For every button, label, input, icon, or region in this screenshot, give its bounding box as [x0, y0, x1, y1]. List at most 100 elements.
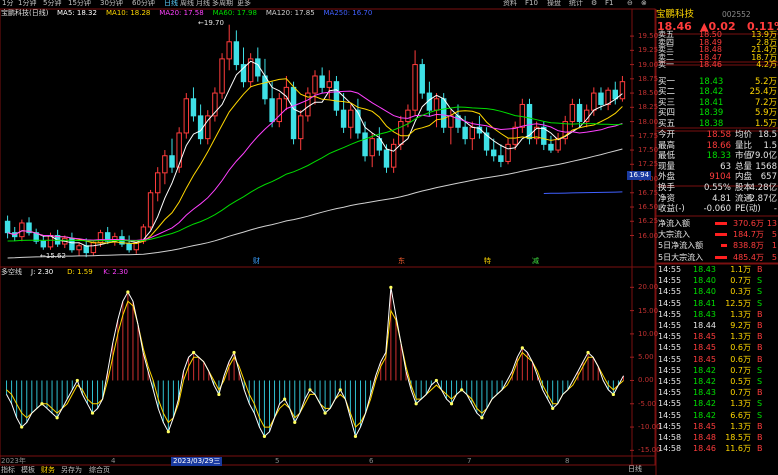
tick-row[interactable]: 14:55 18.41 12.5万 S [657, 298, 778, 309]
tick-row[interactable]: 14:55 18.42 0.5万 S [657, 376, 778, 387]
candle [519, 98, 526, 133]
tick-side: S [757, 377, 763, 386]
bottom-tab-2[interactable]: 财务 [41, 465, 55, 475]
ma-legend-item: MA5: 18.32 [57, 9, 97, 17]
candle [4, 215, 11, 239]
price-tick: 18.50 [638, 89, 659, 98]
ma-legend-item: MA20: 17.58 [159, 9, 204, 17]
bottom-tab-1[interactable]: 模板 [21, 465, 35, 475]
flow-label: 5日净流入额 [658, 241, 704, 251]
tick-row[interactable]: 14:55 18.43 1.1万 B [657, 264, 778, 275]
bottom-tab-0[interactable]: 指标 [1, 465, 15, 475]
tick-row[interactable]: 14:55 18.45 0.6万 B [657, 342, 778, 353]
tick-row[interactable]: 14:55 18.40 0.3万 S [657, 286, 778, 297]
bid-price: 18.41 [699, 97, 724, 108]
flow-row: 5日净流入额 838.8万 1 [657, 240, 778, 251]
candle [319, 67, 325, 94]
bid-label: 买五 [658, 118, 676, 129]
tick-volume: 18.5万 [725, 433, 751, 442]
candle [533, 121, 540, 145]
tick-price: 18.45 [693, 343, 716, 353]
tick-row[interactable]: 14:55 18.45 1.3万 B [657, 421, 778, 432]
high-annotation: ←19.70 [198, 19, 224, 27]
flow-row: 大宗流入 184.7万 5 [657, 229, 778, 240]
kdj-turn-dot [75, 378, 79, 383]
flow-row: 净流入额 370.6万 13 [657, 218, 778, 229]
tick-row[interactable]: 14:55 18.43 1.3万 B [657, 309, 778, 320]
tick-price: 18.43 [693, 309, 716, 319]
tick-side: B [757, 321, 763, 330]
tick-volume: 6.6万 [730, 410, 751, 420]
kdj-turn-dot [551, 406, 555, 411]
tick-time: 14:58 [658, 444, 682, 454]
kdj-legend-name: 多空线 [1, 268, 22, 276]
tick-time: 14:55 [658, 377, 682, 386]
kdj-legend: 多空线 J: 2.30 D: 1.59 K: 2.30 [0, 268, 200, 278]
candle [340, 93, 347, 133]
price-tick: 18.75 [638, 74, 659, 83]
tick-side: S [757, 287, 763, 297]
tick-volume: 0.6万 [730, 343, 751, 353]
tick-price: 18.40 [693, 287, 716, 297]
tick-price: 18.45 [693, 421, 716, 431]
tick-volume: 11.6万 [725, 444, 751, 454]
ask-label: 卖一 [658, 60, 674, 70]
tick-price: 18.48 [693, 433, 716, 442]
tick-row[interactable]: 14:55 18.45 0.6万 B [657, 354, 778, 365]
candle [576, 98, 583, 128]
candle [297, 110, 304, 151]
candle [33, 228, 39, 245]
tick-row[interactable]: 14:55 18.43 0.7万 B [657, 387, 778, 398]
tick-row[interactable]: 14:55 18.44 9.2万 B [657, 320, 778, 331]
stat-row: 今开 18.58 均价 18.5 [657, 130, 778, 141]
candle [40, 235, 47, 250]
ask-price: 18.46 [699, 60, 722, 70]
bid-volume: 5.9万 [754, 108, 777, 119]
flow-value: 485.4万 [733, 252, 764, 262]
current-price-tag: 16.94 [627, 171, 652, 180]
stat-value-2: - [773, 204, 777, 215]
tick-price: 18.43 [693, 388, 716, 398]
kdj-tick: 0.00 [638, 376, 654, 385]
stat-row: 最低 18.33 市值 79.0亿 [657, 151, 778, 162]
tick-row[interactable]: 14:55 18.42 1.3万 S [657, 398, 778, 409]
bottom-tab-3[interactable]: 另存为 [61, 465, 82, 475]
stat-label-2: 内盘 [735, 172, 753, 183]
candle [126, 235, 132, 253]
price-tick: 16.25 [638, 217, 659, 226]
price-tick: 17.75 [638, 131, 659, 140]
candle [169, 138, 175, 173]
price-tick: 19.00 [638, 60, 659, 69]
tick-row[interactable]: 14:55 18.42 6.6万 S [657, 410, 778, 421]
tick-row[interactable]: 14:55 18.40 0.7万 S [657, 275, 778, 286]
tick-row[interactable]: 14:58 18.48 18.5万 B [657, 432, 778, 443]
stat-label-1: 换手 [658, 183, 676, 193]
price-tick: 18.25 [638, 103, 659, 112]
stat-value-2: 2.87亿 [749, 193, 777, 204]
stock-name: 宝鹏科技 [656, 9, 695, 20]
tick-time: 14:55 [658, 265, 682, 274]
tick-row[interactable]: 14:55 18.42 0.7万 S [657, 365, 778, 376]
candle [205, 110, 211, 145]
bottom-tab-4[interactable]: 综合页 [89, 465, 110, 475]
candle [290, 81, 297, 145]
stat-row: 最高 18.66 量比 1.5 [657, 141, 778, 152]
candle [376, 127, 383, 156]
tick-row[interactable]: 14:58 18.46 11.6万 B [657, 443, 778, 454]
candle [326, 70, 333, 99]
tick-volume: 0.7万 [730, 276, 751, 286]
candle [162, 150, 168, 185]
stat-value-1: 9104 [709, 172, 731, 183]
tick-volume: 12.5万 [725, 298, 751, 308]
tick-row[interactable]: 14:55 18.45 1.3万 B [657, 331, 778, 342]
flow-extra: 1 [771, 241, 777, 251]
tick-price: 18.42 [693, 399, 716, 409]
tick-time: 14:55 [658, 399, 682, 409]
candle [154, 167, 161, 202]
stat-row: 收益(-) -0.060 PE(动) - [657, 204, 778, 215]
tick-price: 18.44 [693, 321, 716, 330]
tick-time: 14:55 [658, 321, 682, 330]
tick-price: 18.45 [693, 354, 716, 364]
tick-price: 18.46 [693, 444, 716, 454]
stat-value-2: 79.0亿 [749, 151, 777, 162]
